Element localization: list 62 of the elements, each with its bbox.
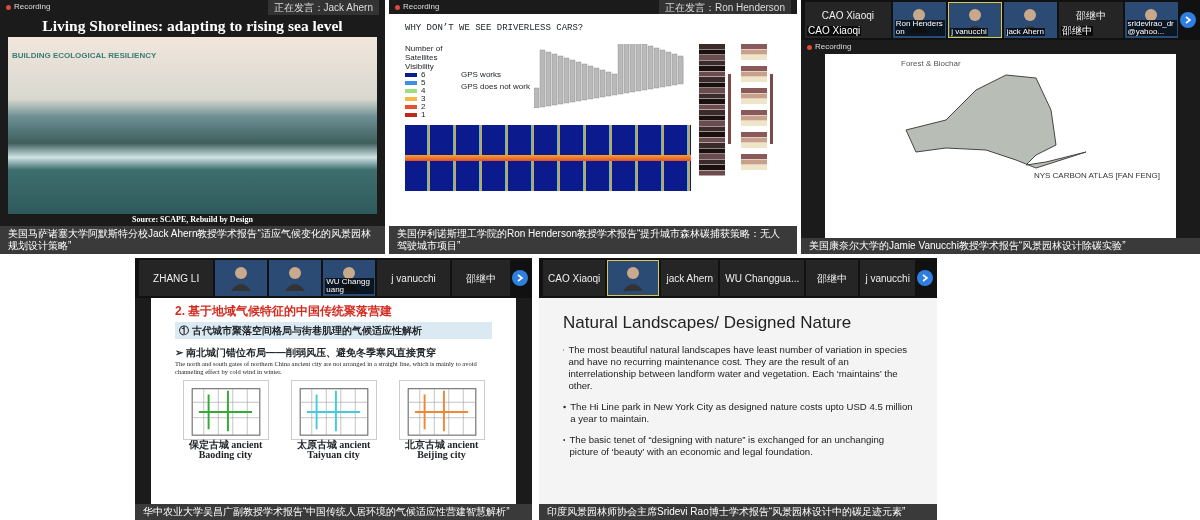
image-heading: BUILDING ECOLOGICAL RESILIENCY — [12, 50, 157, 63]
participant-name: ZHANG LI — [153, 271, 200, 286]
recording-indicator: Recording — [807, 41, 852, 53]
person-silhouette-icon — [285, 265, 306, 291]
participant-name: CAO Xiaoqi — [821, 8, 874, 23]
slide-title: Forest & Biochar — [900, 58, 962, 70]
gps-status-label: GPS works — [461, 69, 502, 81]
participant-name: 邵继中 — [465, 271, 496, 286]
recording-indicator: Recording — [395, 1, 440, 13]
participant-name: WU Changgua... — [725, 271, 800, 286]
legend-label: 2 — [421, 102, 426, 111]
caption-bar: 美国马萨诸塞大学阿默斯特分校Jack Ahern教授学术报告“适应气候变化的风景园林规划设计策略” — [0, 226, 385, 254]
participant-name: j vanucchi — [391, 271, 436, 286]
speaker-label: 正在发言：Ron Henderson — [658, 0, 791, 15]
caption-bar: 美国伊利诺斯理工学院的Ron Henderson教授学术报告“提升城市森林碳捕获策略：无人驾驶城市项目” — [389, 226, 797, 254]
participant-label: Ron Henderson — [894, 20, 946, 36]
participant-label: jack Ahern — [1005, 28, 1045, 36]
person-silhouette-icon — [231, 265, 252, 291]
chevron-right-icon — [1184, 16, 1192, 24]
participant-name: 邵继中 — [817, 271, 848, 286]
slide-title: WHY DON’T WE SEE DRIVERLESS CARS? — [405, 22, 585, 35]
bullet-text: The Hi Line park in New York City as designed nature costs upto USD 4.5 million a year to maintain. — [570, 400, 913, 425]
participant-label: j vanucchi — [950, 28, 988, 36]
atlas-title: NYS CARBON ATLAS [FAN FENG] — [1032, 170, 1160, 182]
city-caption: 保定古城 ancient Baoding city — [187, 440, 264, 460]
caption-bar: 印度风景园林师协会主席Sridevi Rao博士学术报告“风景园林设计中的碳足迹元素” — [539, 504, 937, 520]
legend-label: 1 — [421, 110, 426, 119]
legend-label: 5 — [421, 78, 426, 87]
recording-indicator: Recording — [6, 1, 51, 13]
participant-label: WU Changguang — [325, 278, 375, 294]
next-page-button[interactable] — [917, 270, 933, 286]
legend-label: 4 — [421, 86, 426, 95]
bullet-icon — [563, 404, 567, 409]
slide-title: 2. 基于地域气候特征的中国传统聚落营建 — [175, 303, 394, 320]
slide-title: Living Shorelines: adapting to rising sea level — [42, 16, 343, 36]
chevron-right-icon — [921, 274, 929, 282]
participant-label: sridevirao_dr@yahoo... — [1126, 20, 1177, 36]
person-silhouette-icon — [623, 265, 644, 291]
participant-name: CAO Xiaoqi — [548, 271, 601, 286]
legend-label: 6 — [421, 70, 426, 79]
slide-subtitle: ① 古代城市聚落空间格局与街巷肌理的气候适应性解析 — [175, 322, 492, 339]
bullet-text: The most beautiful natural landscapes have least number of variation in species and have no recurring maintenance cost. They are the result of an interrelationship between landform water and vegetation. Each ‘maintains’ the other. — [568, 343, 909, 392]
participant-name: 邵继中 — [1075, 8, 1106, 23]
slide-title: Natural Landscapes/ Designed Nature — [563, 312, 853, 334]
gps-status-label: GPS does not work — [461, 81, 530, 93]
source-note: Source: SCAPE, Rebuild by Design — [132, 214, 253, 226]
participant-label: 邵继中 — [1061, 26, 1094, 36]
slide-point: ➢ 南北城门错位布局——削弱风压、避免冬季寒风直接贯穿 — [175, 346, 437, 360]
speaker-label: 正在发言：Jack Ahern — [267, 0, 379, 15]
participant-label: CAO Xiaoqi — [807, 26, 862, 36]
participant-name: j vanucchi — [865, 271, 910, 286]
caption-bar: 华中农业大学吴昌广副教授学术报告“中国传统人居环境的气候适应性营建智慧解析” — [135, 504, 532, 520]
city-caption: 太原古城 ancient Taiyuan city — [295, 440, 372, 460]
participant-name: jack Ahern — [666, 271, 714, 286]
next-page-button[interactable] — [1180, 12, 1196, 28]
chevron-right-icon — [516, 274, 524, 282]
caption-bar: 美国康奈尔大学的Jamie Vanucchi教授学术报告“风景园林设计除碳实验” — [801, 238, 1200, 254]
city-caption: 北京古城 ancient Beijing city — [403, 440, 480, 460]
next-page-button[interactable] — [512, 270, 528, 286]
bullet-text: The basic tenet of “designing with nature” is exchanged for an unchanging picture of ‘beauty’ with an economic and legal foundation. — [569, 433, 886, 458]
legend-label: 3 — [421, 94, 426, 103]
legend-title: Number of Satellites Visibility — [405, 43, 444, 71]
